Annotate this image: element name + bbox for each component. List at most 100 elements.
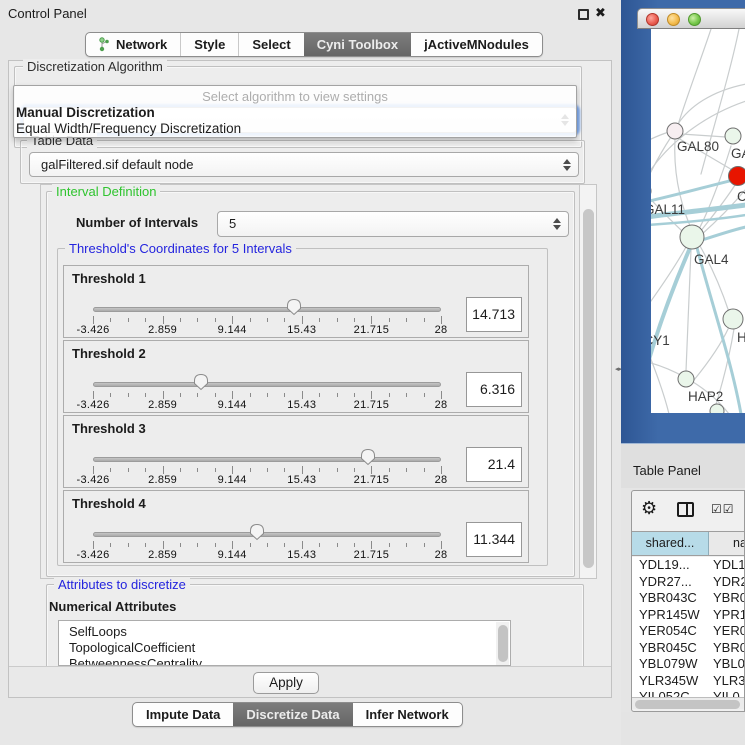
tab-infer-network[interactable]: Infer Network: [353, 703, 462, 726]
network-node[interactable]: [667, 123, 683, 139]
list-item[interactable]: BetweennessCentrality: [59, 656, 510, 666]
network-canvas[interactable]: GAL80GACGAL11GAL4GCY1HHAP2: [651, 29, 745, 413]
network-node[interactable]: [729, 167, 745, 186]
tab-impute-data-label: Impute Data: [146, 707, 220, 722]
slider-thumb-icon[interactable]: [360, 448, 376, 466]
threshold-value-field[interactable]: 11.344: [466, 522, 522, 557]
cell-shared-name[interactable]: YPR145W: [632, 607, 709, 624]
network-node-label: GAL11: [651, 202, 685, 217]
panel-resize-grip[interactable]: ◂▸: [615, 368, 620, 377]
network-edge: [651, 132, 669, 149]
tick-mark: [128, 468, 129, 472]
tab-network[interactable]: Network: [86, 33, 180, 56]
cell-name[interactable]: YPR1...: [709, 607, 745, 624]
number-of-intervals-combobox[interactable]: 5: [217, 211, 569, 237]
slider-track[interactable]: [93, 532, 441, 537]
table-horizontal-scrollbar[interactable]: [632, 697, 744, 709]
network-node[interactable]: [710, 404, 724, 413]
tick-label-row: -3.4262.8599.14415.4321.71528: [93, 549, 441, 561]
cell-shared-name[interactable]: YDR27...: [632, 574, 709, 591]
tick-mark: [406, 393, 407, 397]
split-columns-icon[interactable]: [677, 502, 694, 517]
network-node[interactable]: [725, 128, 741, 144]
tick-mark: [319, 318, 320, 322]
cell-name[interactable]: YLR3...: [709, 673, 745, 690]
list-item[interactable]: SelfLoops: [59, 624, 510, 640]
threshold-value-field[interactable]: 6.316: [466, 372, 522, 407]
network-tab-icon: [99, 37, 110, 52]
column-header-name[interactable]: na...: [709, 532, 745, 555]
tab-impute-data[interactable]: Impute Data: [133, 703, 233, 726]
popup-option-equal-width[interactable]: Equal Width/Frequency Discretization: [16, 121, 241, 136]
table-row[interactable]: YER054CYER0...: [632, 623, 745, 640]
tab-style[interactable]: Style: [180, 33, 238, 56]
table-row[interactable]: YBR045CYBR0...: [632, 640, 745, 657]
cell-shared-name[interactable]: YBL079W: [632, 656, 709, 673]
numerical-attributes-list[interactable]: SelfLoops TopologicalCoefficient Between…: [58, 620, 511, 666]
zoom-traffic-light-icon[interactable]: [688, 13, 701, 26]
cell-name[interactable]: YBL0...: [709, 656, 745, 673]
network-window-titlebar[interactable]: [637, 8, 745, 29]
slider-thumb-icon[interactable]: [193, 373, 209, 391]
gear-icon[interactable]: ⚙: [641, 498, 657, 519]
threshold-value-field[interactable]: 21.4: [466, 447, 522, 482]
list-item[interactable]: TopologicalCoefficient: [59, 640, 510, 656]
tab-cyni-toolbox[interactable]: Cyni Toolbox: [304, 33, 411, 56]
network-edge: [699, 227, 745, 241]
table-row[interactable]: YPR145WYPR1...: [632, 607, 745, 624]
scrollbar-thumb[interactable]: [635, 700, 740, 709]
slider-thumb-icon[interactable]: [249, 523, 265, 541]
cell-shared-name[interactable]: YBR045C: [632, 640, 709, 657]
tab-discretize-data[interactable]: Discretize Data: [233, 703, 352, 726]
numerical-attributes-label: Numerical Attributes: [49, 599, 176, 614]
popup-option-manual[interactable]: Manual Discretization: [16, 105, 155, 120]
scrollbar-thumb[interactable]: [583, 209, 594, 568]
slider-track[interactable]: [93, 382, 441, 387]
slider-track[interactable]: [93, 307, 441, 312]
number-of-intervals-value: 5: [229, 216, 236, 231]
cell-shared-name[interactable]: YDL19...: [632, 557, 709, 574]
float-window-icon[interactable]: [578, 9, 589, 20]
control-panel-titlebar: Control Panel ✖: [0, 0, 621, 26]
apply-button[interactable]: Apply: [253, 672, 319, 694]
table-row[interactable]: YLR345WYLR3...: [632, 673, 745, 690]
table-row[interactable]: YDL19...YDL1...: [632, 557, 745, 574]
select-columns-icon[interactable]: ☑☑: [711, 502, 735, 516]
cell-name[interactable]: YBR0...: [709, 590, 745, 607]
cell-name[interactable]: YDL1...: [709, 557, 745, 574]
slider-thumb-icon[interactable]: [286, 298, 302, 316]
tick-label: 9.144: [218, 324, 247, 336]
cell-shared-name[interactable]: YLR345W: [632, 673, 709, 690]
close-traffic-light-icon[interactable]: [646, 13, 659, 26]
cell-shared-name[interactable]: YBR043C: [632, 590, 709, 607]
minimize-traffic-light-icon[interactable]: [667, 13, 680, 26]
settings-vertical-scrollbar[interactable]: [579, 185, 596, 578]
list-vertical-scrollbar[interactable]: [496, 622, 509, 666]
table-row[interactable]: YDR27...YDR2...: [632, 574, 745, 591]
tick-mark: [302, 316, 303, 324]
slider-track[interactable]: [93, 457, 441, 462]
cell-name[interactable]: YER0...: [709, 623, 745, 640]
close-icon[interactable]: ✖: [595, 5, 606, 21]
tick-label: 28: [435, 474, 448, 486]
table-panel-title: Table Panel: [633, 463, 701, 478]
table-row[interactable]: YBL079WYBL0...: [632, 656, 745, 673]
network-node-label: H: [737, 330, 745, 345]
table-data-combobox[interactable]: galFiltered.sif default node: [29, 152, 579, 177]
cell-name[interactable]: YDR2...: [709, 574, 745, 591]
threshold-value-field[interactable]: 14.713: [466, 297, 522, 332]
cell-shared-name[interactable]: YER054C: [632, 623, 709, 640]
threshold-label: Threshold 3: [72, 421, 146, 436]
network-node-label: GAL4: [694, 252, 729, 267]
tab-jactivemnodules[interactable]: jActiveMNodules: [411, 33, 542, 56]
scrollbar-thumb[interactable]: [498, 625, 508, 662]
tick-mark: [197, 543, 198, 547]
column-header-shared-name[interactable]: shared...: [632, 532, 709, 555]
network-node[interactable]: [678, 371, 694, 387]
tab-select[interactable]: Select: [238, 33, 303, 56]
cell-name[interactable]: YBR0...: [709, 640, 745, 657]
network-node[interactable]: [680, 225, 704, 249]
table-row[interactable]: YBR043CYBR0...: [632, 590, 745, 607]
tick-label: -3.426: [77, 549, 110, 561]
network-node[interactable]: [723, 309, 743, 329]
